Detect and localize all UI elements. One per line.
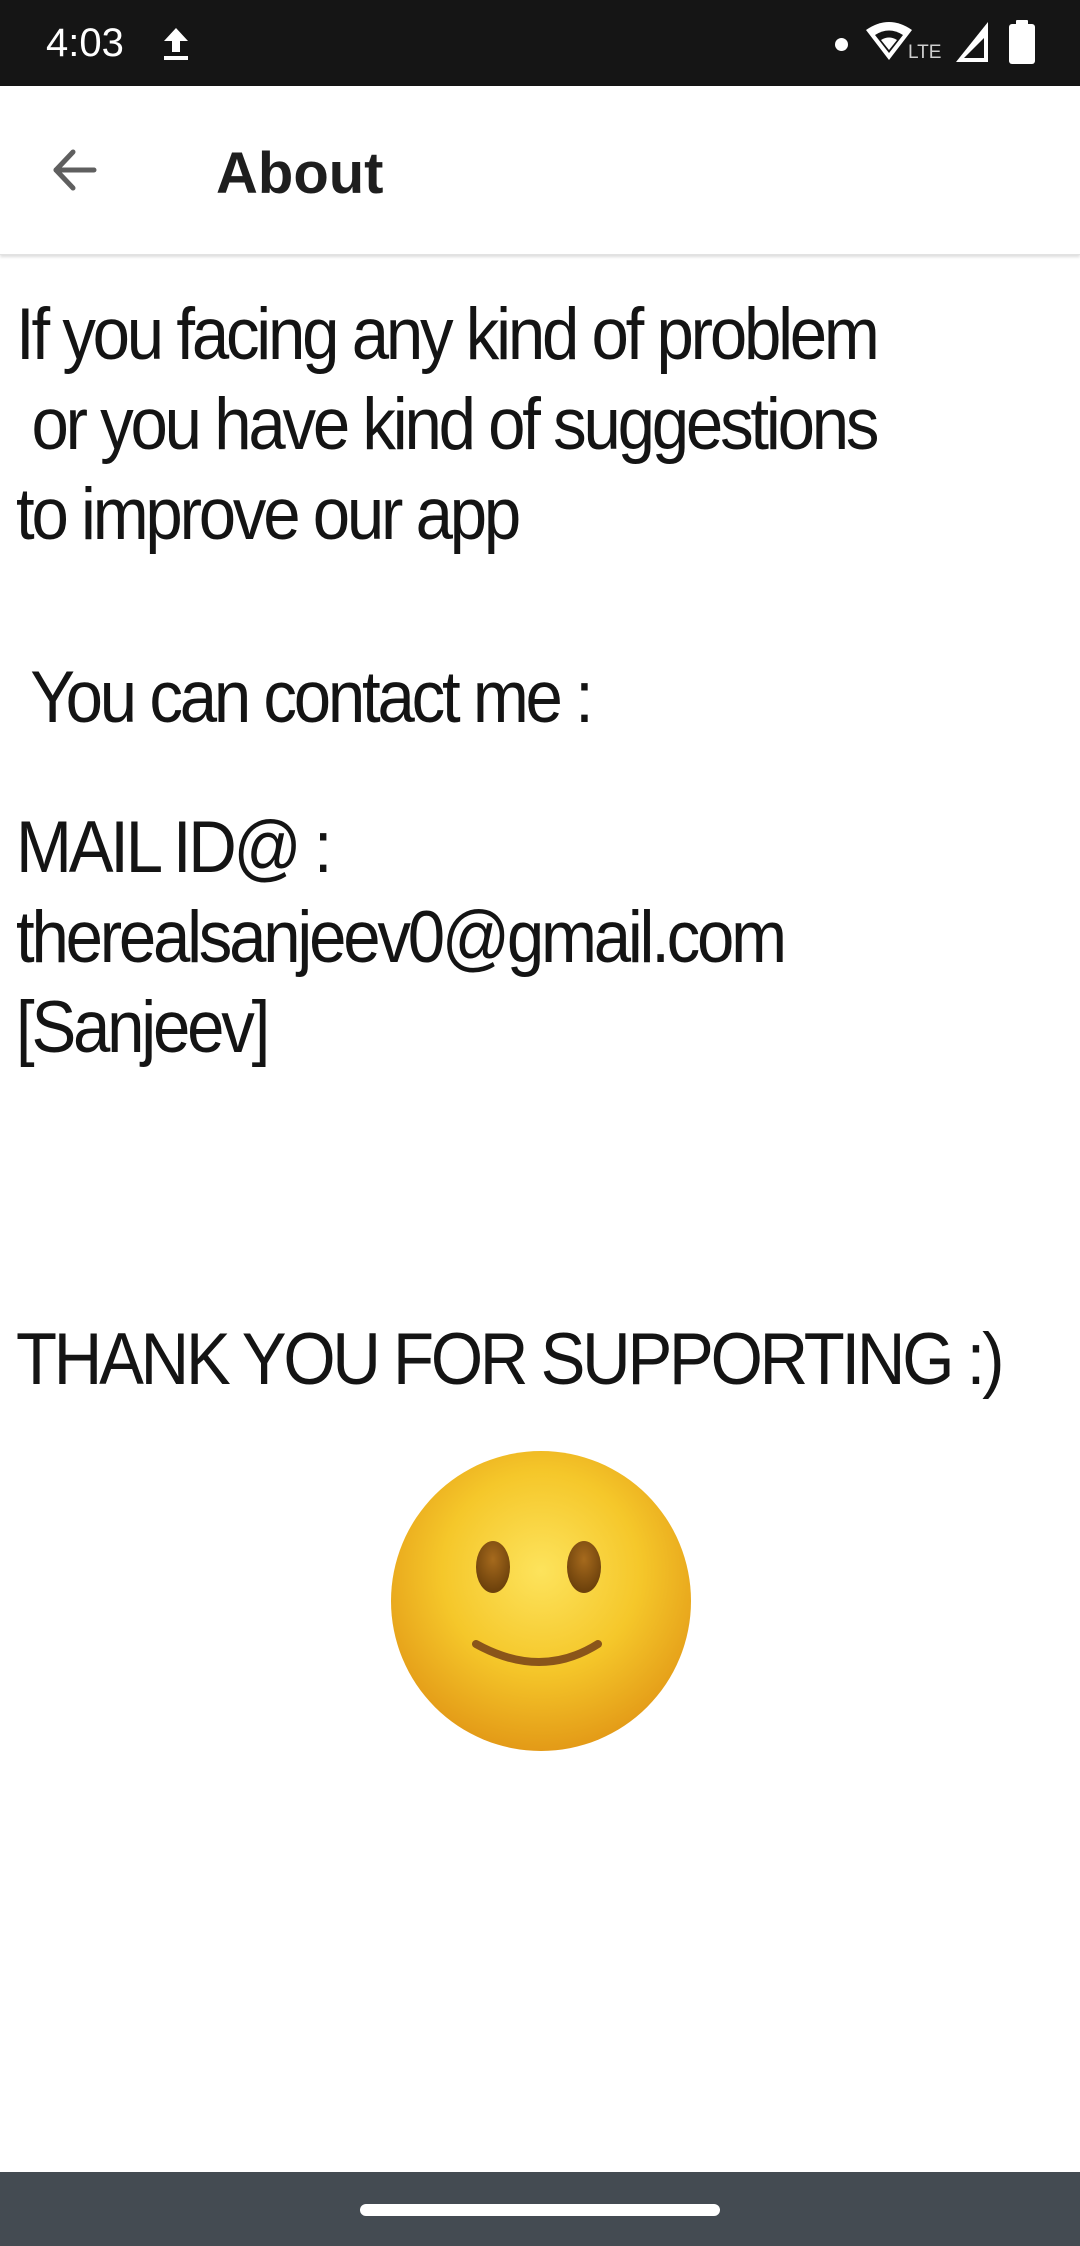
mail-label: MAIL ID@ :: [16, 807, 333, 888]
mail-paragraph: MAIL ID@ : therealsanjeev0@gmail.com [Sa…: [16, 803, 787, 1073]
thanks-paragraph: THANK YOU FOR SUPPORTING :): [16, 1315, 1004, 1405]
page-title: About: [216, 141, 384, 206]
thanks-line: THANK YOU FOR SUPPORTING :): [16, 1319, 1004, 1400]
status-bar: 4:03 LTE: [0, 0, 1080, 86]
upload-icon: [164, 28, 188, 60]
signal-icon: [956, 22, 988, 62]
notification-dot-icon: [835, 38, 848, 51]
wifi-icon: [866, 22, 912, 60]
author-name: [Sanjeev]: [16, 987, 270, 1068]
slightly-smiling-face-icon: [391, 1451, 691, 1751]
intro-line: If you facing any kind of problem: [16, 294, 880, 375]
status-time: 4:03: [46, 21, 124, 65]
battery-icon: [1009, 20, 1035, 64]
app-bar: About: [0, 86, 1080, 255]
email-address: therealsanjeev0@gmail.com: [16, 897, 787, 978]
contact-paragraph: You can contact me :: [16, 653, 594, 743]
contact-line: You can contact me :: [16, 657, 594, 738]
intro-line: to improve our app: [16, 474, 521, 555]
network-type-label: LTE: [908, 42, 942, 63]
navigation-bar: [0, 2172, 1080, 2246]
intro-line: or you have kind of suggestions: [16, 384, 879, 465]
back-button[interactable]: [34, 130, 114, 210]
intro-paragraph: If you facing any kind of problem or you…: [16, 290, 880, 560]
home-gesture-handle[interactable]: [360, 2204, 720, 2216]
arrow-left-icon: [53, 149, 97, 191]
